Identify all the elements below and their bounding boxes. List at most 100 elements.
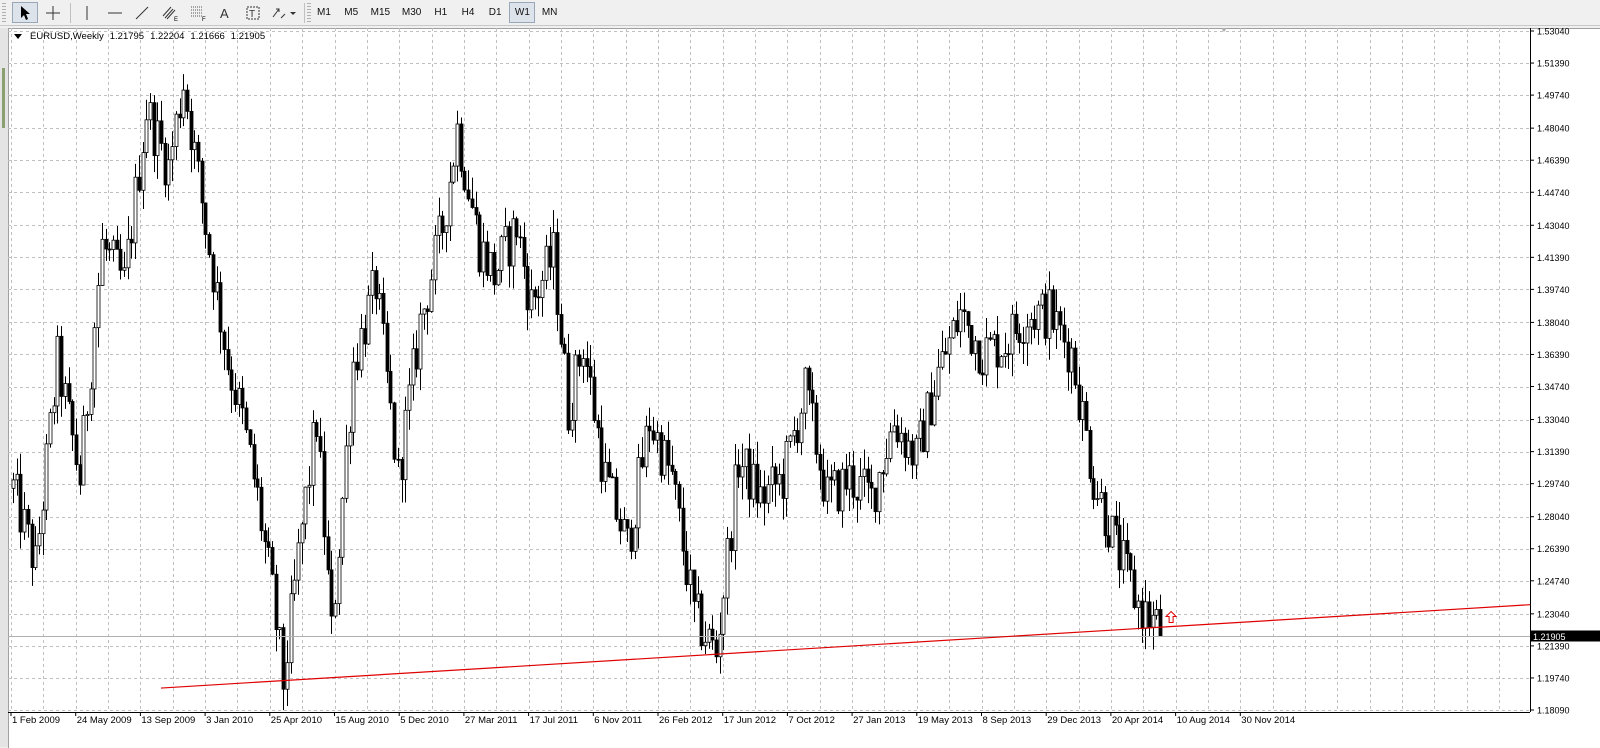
candle-body — [37, 533, 42, 547]
buy-arrow-icon[interactable] — [1164, 610, 1178, 624]
candle-body — [799, 412, 804, 444]
candle-body — [15, 473, 20, 481]
candle-body — [307, 484, 312, 488]
svg-text:T: T — [249, 9, 255, 20]
candle-body — [155, 120, 160, 157]
candle-body — [1103, 492, 1108, 537]
candle-body — [1014, 313, 1019, 335]
arrows-dropdown-button[interactable] — [269, 2, 299, 23]
candle-body — [296, 542, 301, 581]
fibonacci-button[interactable]: F — [186, 2, 210, 23]
text-label-icon: T — [246, 6, 260, 20]
candle-body — [18, 473, 23, 533]
candle-body — [955, 320, 960, 333]
candle-body — [1121, 540, 1126, 571]
candle-body — [414, 348, 419, 370]
candle-body — [544, 245, 549, 281]
timeframe-m5-button[interactable]: M5 — [338, 2, 364, 23]
candle-body — [392, 402, 397, 460]
candle-body — [725, 538, 730, 599]
price-tick-label: 1.19740 — [1537, 673, 1570, 683]
candle-body — [1029, 318, 1034, 328]
price-chart[interactable]: 1.53040 1.51390 1.49740 1.48040 1.46390 1.447… — [8, 28, 1600, 747]
candle-body — [70, 401, 75, 436]
candle-body — [1021, 342, 1026, 344]
candle-body — [692, 569, 697, 602]
candle-body — [681, 507, 686, 552]
candle-body — [96, 285, 101, 329]
candle-body — [440, 215, 445, 233]
timeframe-mn-button[interactable]: MN — [537, 2, 563, 23]
candle-body — [370, 270, 375, 296]
toolbar-grip[interactable] — [2, 3, 6, 23]
candle-body — [951, 320, 956, 339]
candle-body — [625, 519, 630, 529]
candle-body — [1069, 347, 1074, 373]
timeframe-label: H4 — [461, 7, 475, 18]
crosshair-button[interactable] — [40, 2, 66, 23]
time-tick-label: 29 Dec 2013 — [1047, 715, 1101, 726]
candle-body — [795, 430, 800, 444]
timeframe-h4-button[interactable]: H4 — [455, 2, 481, 23]
equidistant-channel-icon: E — [162, 6, 178, 22]
time-tick-label: 25 Apr 2010 — [271, 715, 322, 726]
toolbar: E F A T M1 M5 M15 M30 H1 H4 D1 W1 MN — [0, 0, 1600, 26]
candle-body — [733, 464, 738, 552]
cursor-button[interactable] — [12, 2, 38, 23]
candle-body — [858, 476, 863, 501]
horizontal-line-button[interactable] — [104, 2, 126, 23]
candle-body — [237, 388, 242, 405]
candle-body — [751, 463, 756, 500]
equidistant-channel-button[interactable]: E — [158, 2, 182, 23]
candle-body — [821, 469, 826, 502]
collapse-triangle-icon[interactable] — [14, 34, 22, 39]
candle-body — [603, 461, 608, 482]
candle-body — [918, 420, 923, 439]
candle-body — [707, 628, 712, 643]
candle-body — [947, 337, 952, 355]
candle-body — [807, 367, 812, 391]
time-tick-label: 17 Jun 2012 — [724, 715, 776, 726]
text-button[interactable]: A — [214, 2, 236, 23]
candle-body — [129, 238, 134, 244]
timeframe-w1-button[interactable]: W1 — [509, 2, 536, 23]
candle-body — [958, 309, 963, 333]
high-value: 1.22204 — [150, 31, 185, 42]
timeframe-m30-button[interactable]: M30 — [397, 2, 427, 23]
candle-body — [300, 523, 305, 544]
left-panel-edge — [0, 28, 8, 747]
candle-body — [1058, 311, 1063, 326]
timeframe-m15-button[interactable]: M15 — [365, 2, 395, 23]
candle-body — [67, 383, 72, 402]
candle-body — [881, 472, 886, 475]
candle-body — [514, 218, 519, 238]
candle-body — [781, 474, 786, 499]
current-price-label: 1.21905 — [1533, 632, 1566, 642]
trendline-icon — [135, 6, 149, 19]
cursor-icon — [21, 5, 30, 20]
candle-body — [703, 641, 708, 647]
candle-body — [684, 550, 689, 585]
timeframe-h1-button[interactable]: H1 — [428, 2, 454, 23]
candle-body — [577, 354, 582, 367]
candle-body — [1077, 384, 1082, 420]
candle-body — [1073, 347, 1078, 386]
text-label-button[interactable]: T — [242, 2, 264, 23]
trendline-button[interactable] — [131, 2, 153, 23]
candle-body — [536, 296, 541, 299]
candle-body — [1006, 353, 1011, 356]
candle-body — [385, 323, 390, 372]
timeframe-m1-button[interactable]: M1 — [311, 2, 337, 23]
candle-body — [388, 370, 393, 404]
candle-body — [892, 425, 897, 433]
candle-body — [78, 464, 83, 486]
vertical-line-button[interactable] — [76, 2, 98, 23]
candle-body — [1140, 600, 1145, 629]
candle-body — [570, 420, 575, 431]
candle-body — [470, 198, 475, 208]
candle-body — [41, 509, 46, 535]
candle-body — [22, 508, 27, 533]
toolbar-separator — [70, 3, 71, 23]
timeframe-d1-button[interactable]: D1 — [482, 2, 508, 23]
candle-body — [662, 439, 667, 476]
